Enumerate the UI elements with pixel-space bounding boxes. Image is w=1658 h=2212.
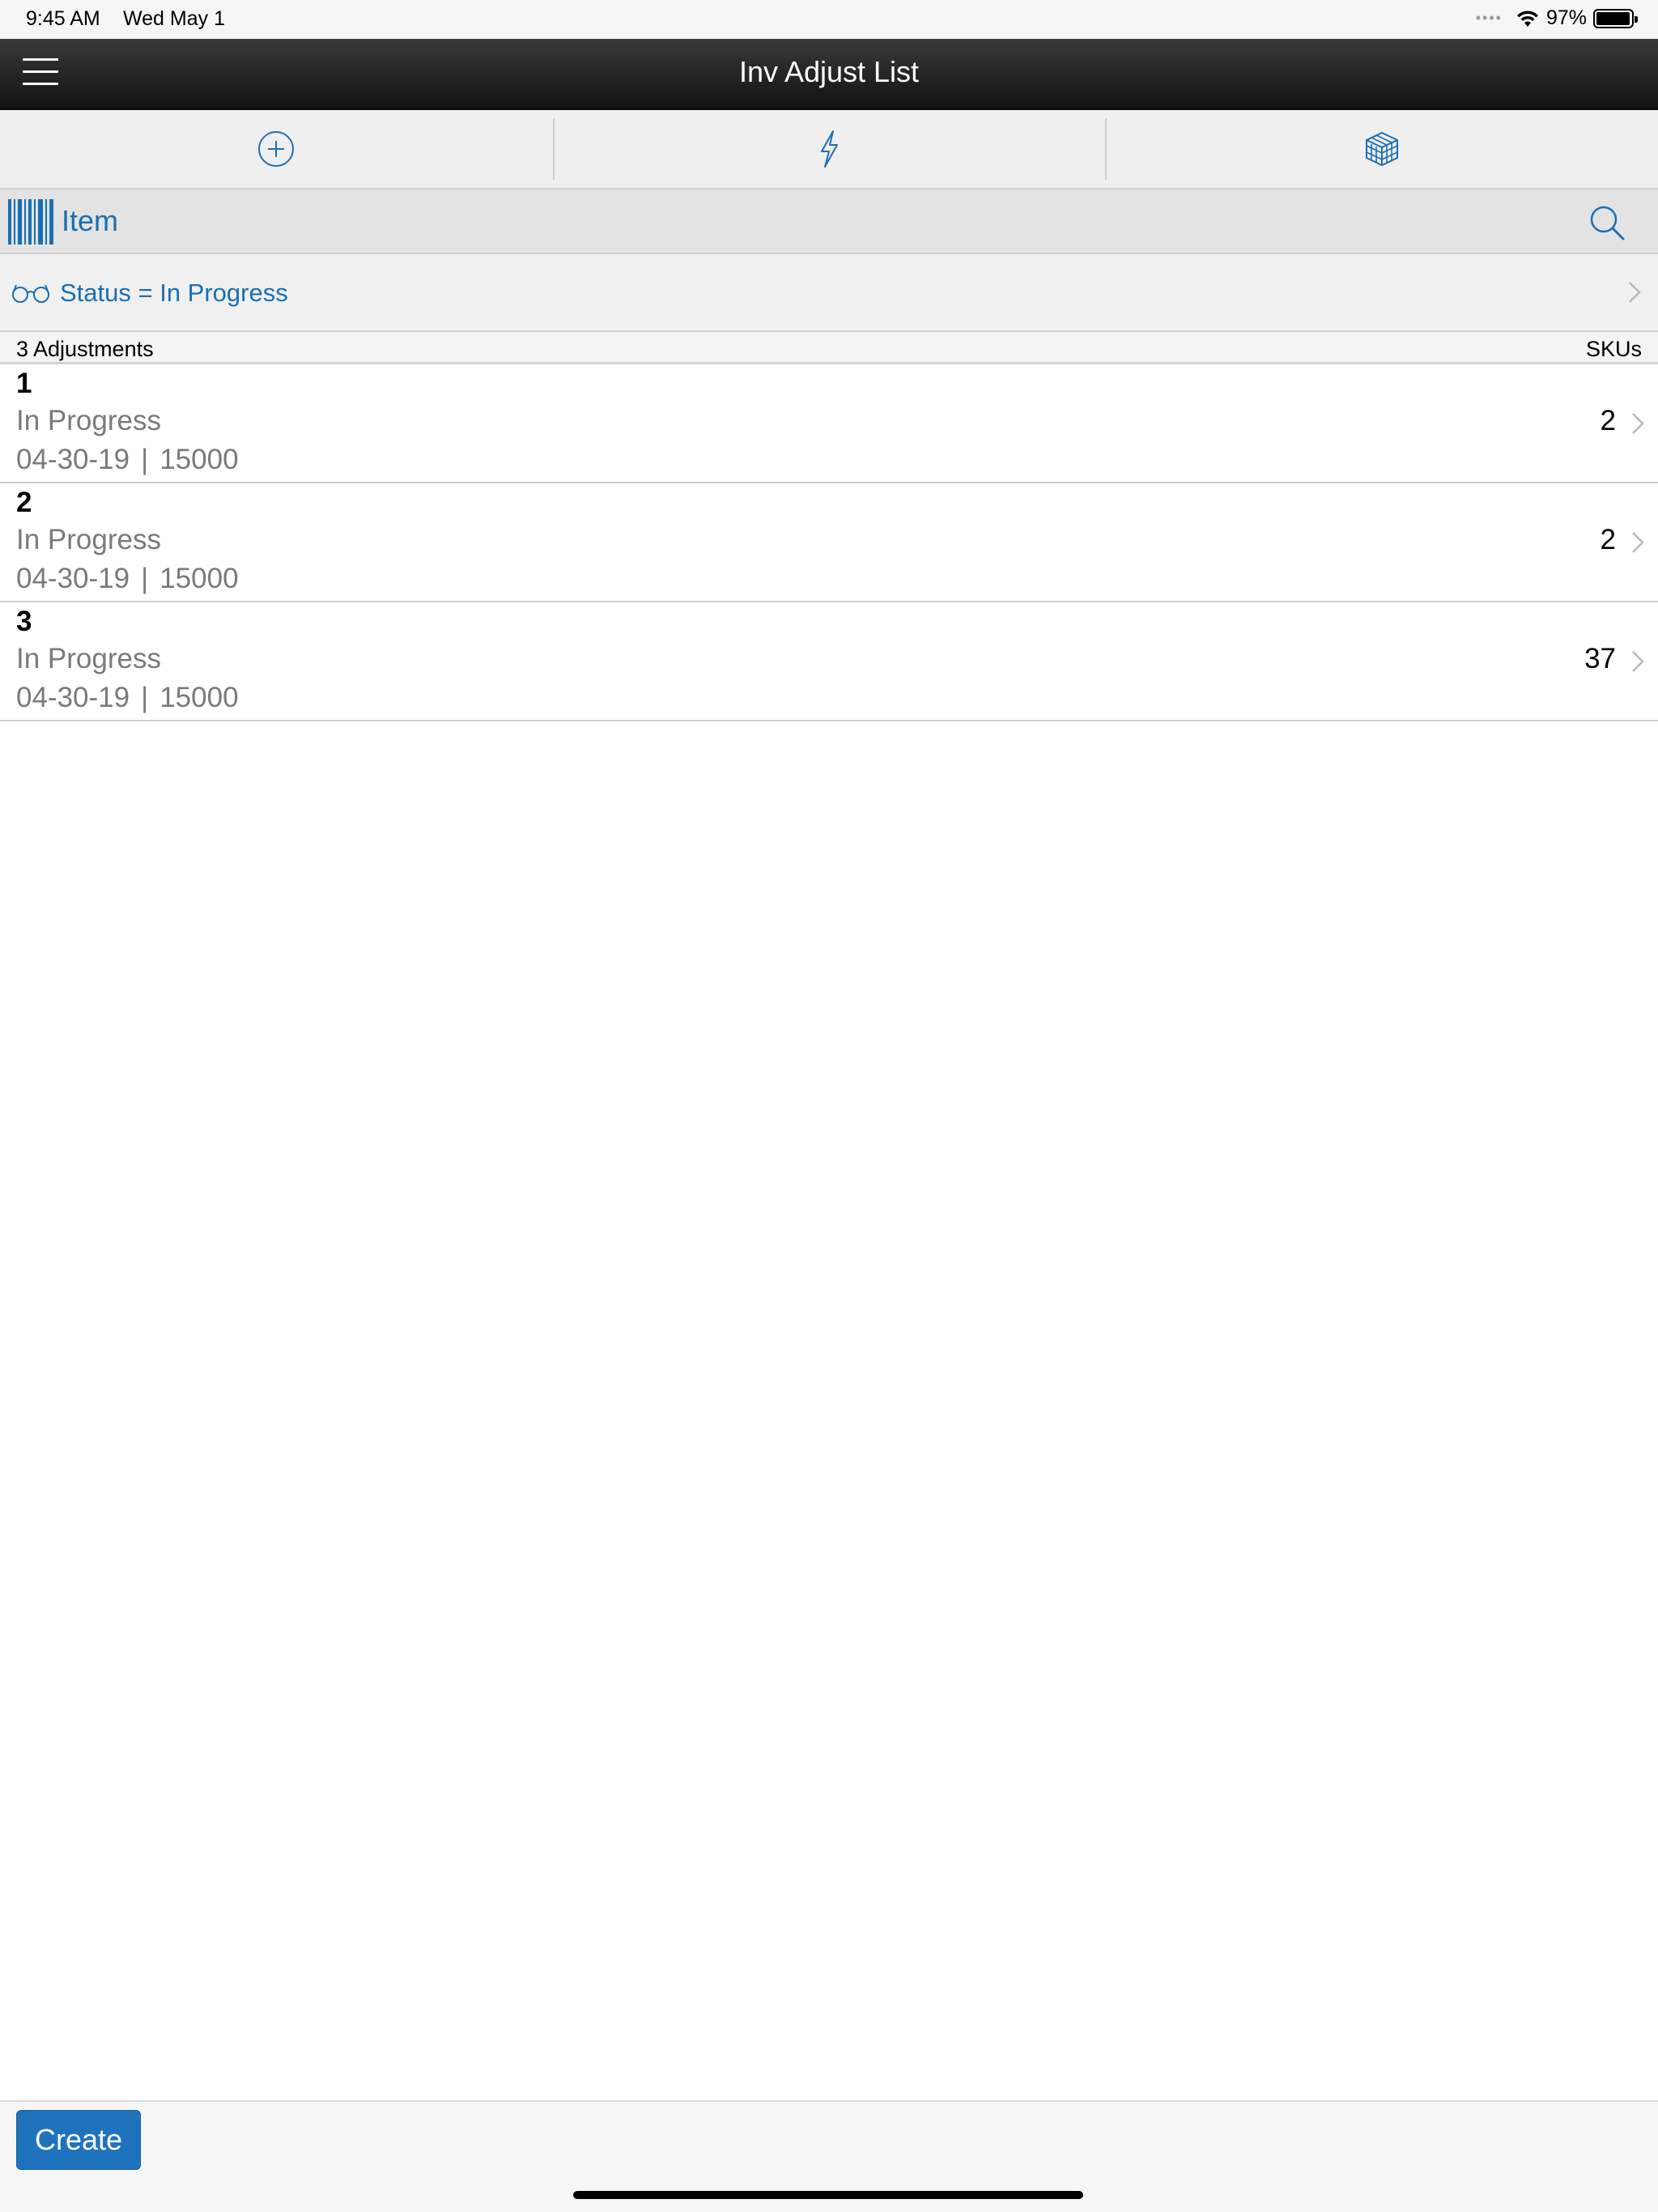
adjustment-meta: 04-30-19 | 15000 bbox=[16, 682, 239, 714]
lightning-bolt-icon bbox=[821, 130, 838, 168]
status-bar: 9:45 AM Wed May 1 •••• 97% bbox=[0, 0, 1658, 39]
adjustment-meta: 04-30-19 | 15000 bbox=[16, 444, 239, 476]
chevron-right-icon bbox=[1632, 532, 1644, 553]
signal-dots-icon: •••• bbox=[1475, 10, 1503, 26]
filter-row[interactable]: Status = In Progress bbox=[0, 254, 1658, 332]
list-item[interactable]: 2 In Progress 04-30-19 | 15000 2 bbox=[0, 483, 1658, 602]
status-date: Wed May 1 bbox=[123, 7, 225, 30]
adjustment-id: 1 bbox=[16, 368, 32, 399]
search-icon[interactable] bbox=[1588, 204, 1626, 241]
status-time: 9:45 AM bbox=[26, 7, 100, 30]
plus-circle-icon bbox=[258, 131, 295, 167]
adjustment-sku-count: 2 bbox=[1600, 524, 1616, 555]
battery-percent: 97% bbox=[1545, 6, 1587, 29]
quick-action-button[interactable] bbox=[552, 110, 1106, 188]
filter-label: Status = In Progress bbox=[60, 279, 288, 307]
chevron-right-icon bbox=[1629, 282, 1641, 303]
create-button[interactable]: Create bbox=[16, 2110, 141, 2170]
cube-grid-icon bbox=[1365, 131, 1398, 167]
home-indicator[interactable] bbox=[573, 2191, 1083, 2199]
chevron-right-icon bbox=[1632, 651, 1644, 672]
glasses-icon bbox=[12, 284, 49, 303]
add-button[interactable] bbox=[0, 110, 553, 188]
adjustment-store: 15000 bbox=[159, 682, 239, 713]
adjustment-store: 15000 bbox=[159, 563, 239, 594]
adjustment-date: 04-30-19 bbox=[16, 563, 130, 594]
adjustment-sku-count: 37 bbox=[1584, 643, 1616, 674]
wifi-icon bbox=[1516, 10, 1538, 27]
barcode-icon[interactable] bbox=[6, 198, 55, 246]
navigation-bar: Inv Adjust List bbox=[0, 39, 1658, 110]
list-header: 3 Adjustments SKUs bbox=[0, 332, 1658, 364]
adjustment-count: 3 Adjustments bbox=[16, 337, 154, 361]
toolbar bbox=[0, 110, 1658, 189]
footer-bar: Create bbox=[0, 2100, 1658, 2212]
adjustment-status: In Progress bbox=[16, 405, 161, 436]
adjustment-status: In Progress bbox=[16, 524, 161, 555]
adjustment-date: 04-30-19 bbox=[16, 444, 130, 475]
battery-fill bbox=[1596, 11, 1630, 25]
inventory-button[interactable] bbox=[1105, 110, 1658, 188]
adjustment-meta: 04-30-19 | 15000 bbox=[16, 563, 239, 595]
adjustment-status: In Progress bbox=[16, 643, 161, 674]
meta-separator: | bbox=[141, 444, 149, 475]
adjustment-sku-count: 2 bbox=[1600, 405, 1616, 436]
meta-separator: | bbox=[141, 563, 149, 594]
adjustment-id: 2 bbox=[16, 487, 32, 518]
adjustment-date: 04-30-19 bbox=[16, 682, 130, 713]
adjustment-store: 15000 bbox=[159, 444, 239, 475]
skus-column-header: SKUs bbox=[1585, 337, 1642, 361]
adjustment-list: 1 In Progress 04-30-19 | 15000 2 2 In Prog… bbox=[0, 364, 1658, 721]
item-scan-bar: Item bbox=[0, 189, 1658, 254]
list-item[interactable]: 1 In Progress 04-30-19 | 15000 2 bbox=[0, 364, 1658, 483]
page-title: Inv Adjust List bbox=[738, 55, 920, 88]
list-item[interactable]: 3 In Progress 04-30-19 | 15000 37 bbox=[0, 602, 1658, 721]
adjustment-id: 3 bbox=[16, 606, 32, 637]
status-right: •••• 97% bbox=[1475, 6, 1638, 30]
item-scan-label[interactable]: Item bbox=[62, 204, 118, 238]
battery-icon bbox=[1593, 8, 1638, 28]
meta-separator: | bbox=[141, 682, 149, 713]
chevron-right-icon bbox=[1632, 413, 1644, 434]
